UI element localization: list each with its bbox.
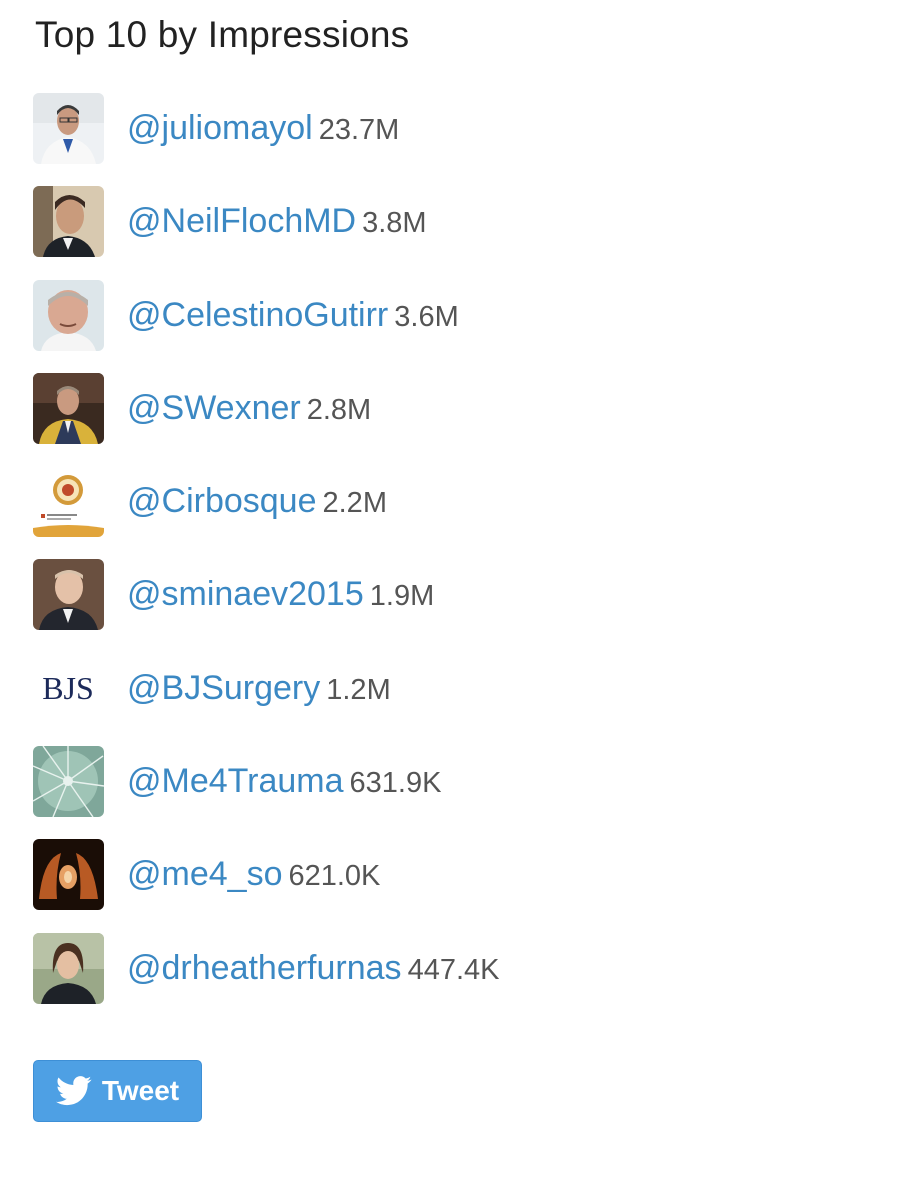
man-portrait-icon bbox=[33, 559, 104, 631]
avatar[interactable] bbox=[33, 559, 104, 631]
list-item: @NeilFlochMD 3.8M bbox=[33, 186, 893, 279]
list-item-info: @sminaev2015 1.9M bbox=[127, 575, 434, 614]
woman-portrait-icon bbox=[33, 932, 104, 1004]
user-handle-link[interactable]: @Cirbosque bbox=[127, 482, 317, 520]
user-handle-link[interactable]: @me4_so bbox=[127, 855, 282, 893]
impressions-count: 2.2M bbox=[322, 487, 387, 520]
list-item: @CelestinoGutirr 3.6M bbox=[33, 279, 893, 373]
tweet-button[interactable]: Tweet bbox=[33, 1060, 202, 1122]
list-item: @drheatherfurnas 447.4K bbox=[33, 932, 893, 1026]
user-handle-link[interactable]: @BJSurgery bbox=[127, 669, 320, 707]
user-handle-link[interactable]: @juliomayol bbox=[127, 109, 313, 147]
avatar[interactable] bbox=[33, 93, 104, 164]
avatar[interactable]: BJS bbox=[33, 652, 104, 724]
impressions-count: 2.8M bbox=[306, 393, 372, 426]
impressions-count: 3.6M bbox=[394, 300, 459, 333]
impressions-count: 23.7M bbox=[318, 114, 400, 146]
avatar[interactable] bbox=[33, 279, 104, 351]
list-item-info: @SWexner 2.8M bbox=[127, 389, 371, 428]
user-handle-link[interactable]: @CelestinoGutirr bbox=[127, 296, 388, 334]
university-logo-icon bbox=[33, 466, 104, 538]
tweet-button-label: Tweet bbox=[101, 1075, 180, 1106]
list-item-info: @drheatherfurnas 447.4K bbox=[127, 949, 499, 988]
avatar[interactable] bbox=[33, 839, 104, 911]
list-item: @Me4Trauma 631.9K bbox=[33, 746, 893, 839]
impressions-count: 447.4K bbox=[407, 953, 500, 986]
man-portrait-icon bbox=[33, 279, 104, 351]
list-item-info: @BJSurgery 1.2M bbox=[127, 669, 391, 708]
list-item-info: @NeilFlochMD 3.8M bbox=[127, 202, 427, 241]
doctor-portrait-icon bbox=[33, 93, 104, 164]
user-handle-link[interactable]: @drheatherfurnas bbox=[127, 949, 402, 987]
user-handle-link[interactable]: @NeilFlochMD bbox=[127, 202, 356, 240]
list-item-info: @juliomayol 23.7M bbox=[127, 109, 399, 148]
impressions-count: 3.8M bbox=[362, 207, 427, 240]
impressions-count: 621.0K bbox=[288, 860, 381, 893]
bjs-logo-text: BJS bbox=[42, 670, 94, 706]
man-in-gown-portrait-icon bbox=[33, 372, 104, 444]
list-item-info: @Cirbosque 2.2M bbox=[127, 482, 387, 521]
bjs-logo-icon: BJS bbox=[33, 652, 104, 724]
list-item: @me4_so 621.0K bbox=[33, 839, 893, 932]
list-item: BJS @BJSurgery 1.2M bbox=[33, 652, 893, 746]
twitter-bird-icon bbox=[55, 1076, 92, 1106]
hands-image-icon bbox=[33, 839, 104, 911]
avatar[interactable] bbox=[33, 932, 104, 1004]
cracked-glass-icon bbox=[33, 746, 104, 818]
man-portrait-icon bbox=[33, 186, 104, 258]
list-item: @SWexner 2.8M bbox=[33, 372, 893, 466]
list-item-info: @Me4Trauma 631.9K bbox=[127, 762, 441, 801]
list-item: @sminaev2015 1.9M bbox=[33, 559, 893, 652]
page: Top 10 by Impressions @juliomayol23.7M bbox=[0, 0, 920, 1200]
impressions-list: @juliomayol 23.7M @NeilFlochMD 3.8M @Cel… bbox=[33, 93, 893, 1026]
list-item-info: @me4_so 621.0K bbox=[127, 855, 380, 894]
list-item: @Cirbosque 2.2M bbox=[33, 466, 893, 559]
impressions-count: 631.9K bbox=[349, 767, 442, 800]
list-item: @juliomayol 23.7M bbox=[33, 93, 893, 186]
avatar[interactable] bbox=[33, 372, 104, 444]
avatar[interactable] bbox=[33, 186, 104, 258]
avatar[interactable] bbox=[33, 746, 104, 818]
page-title: Top 10 by Impressions bbox=[35, 14, 410, 55]
avatar[interactable] bbox=[33, 466, 104, 538]
user-handle-link[interactable]: @SWexner bbox=[127, 389, 301, 427]
list-item-info: @CelestinoGutirr 3.6M bbox=[127, 296, 459, 335]
impressions-count: 1.2M bbox=[326, 673, 391, 706]
user-handle-link[interactable]: @Me4Trauma bbox=[127, 762, 344, 800]
impressions-count: 1.9M bbox=[369, 580, 435, 613]
user-handle-link[interactable]: @sminaev2015 bbox=[127, 575, 364, 613]
